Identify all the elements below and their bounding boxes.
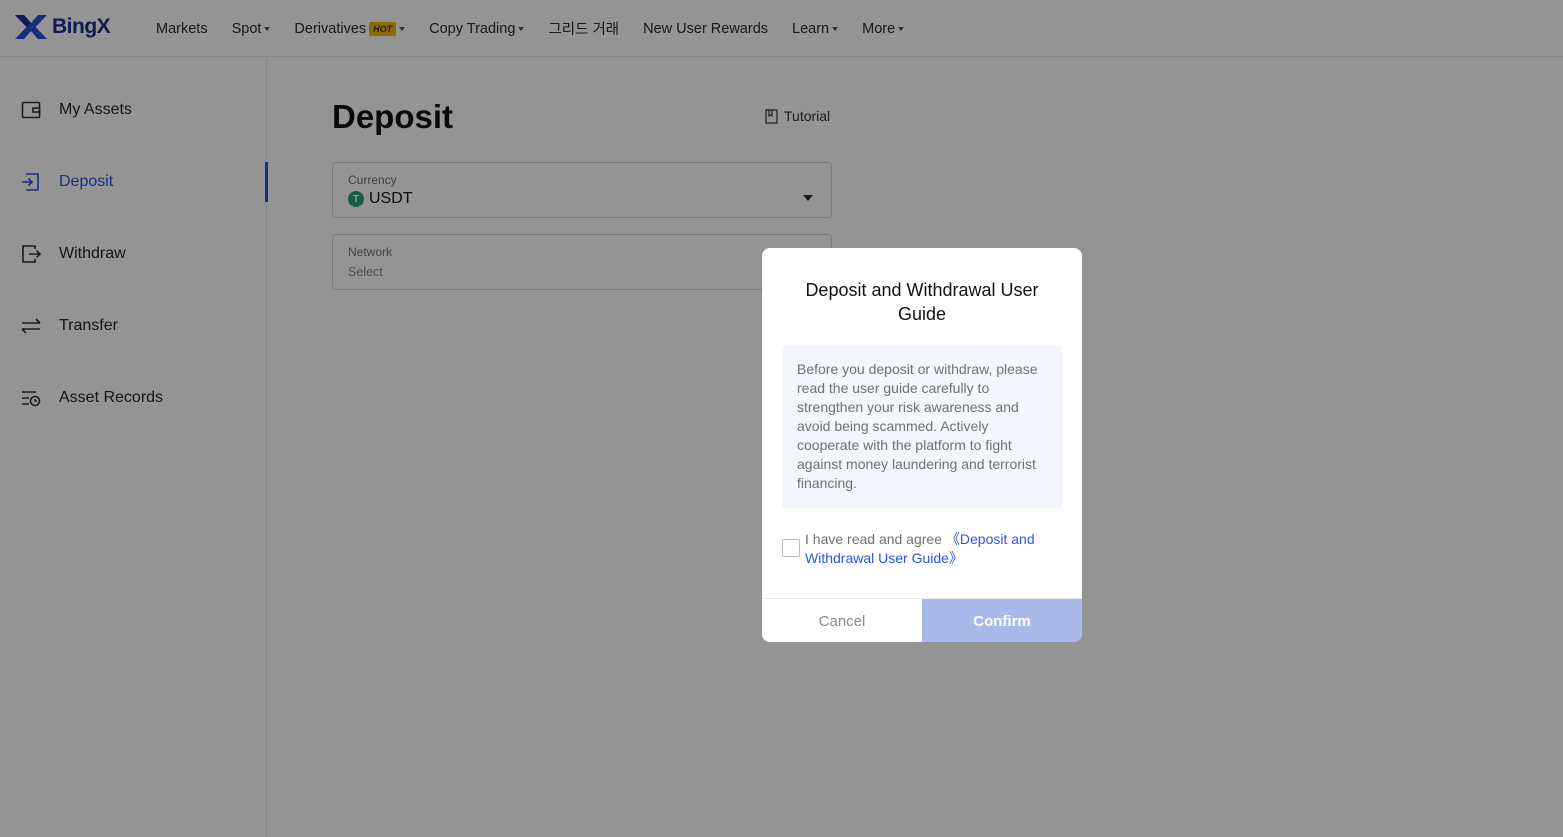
modal-body-text: Before you deposit or withdraw, please r…: [782, 346, 1062, 508]
confirm-button[interactable]: Confirm: [922, 599, 1082, 642]
modal-footer: Cancel Confirm: [762, 598, 1082, 642]
agree-row: I have read and agree 《Deposit and Withd…: [782, 530, 1062, 570]
cancel-button[interactable]: Cancel: [762, 599, 922, 642]
agree-checkbox[interactable]: [782, 539, 800, 557]
agree-text: I have read and agree 《Deposit and Withd…: [805, 530, 1062, 568]
agree-prefix: I have read and agree: [805, 531, 946, 547]
user-guide-modal: Deposit and Withdrawal User Guide Before…: [762, 248, 1082, 642]
modal-title: Deposit and Withdrawal User Guide: [805, 280, 1039, 324]
